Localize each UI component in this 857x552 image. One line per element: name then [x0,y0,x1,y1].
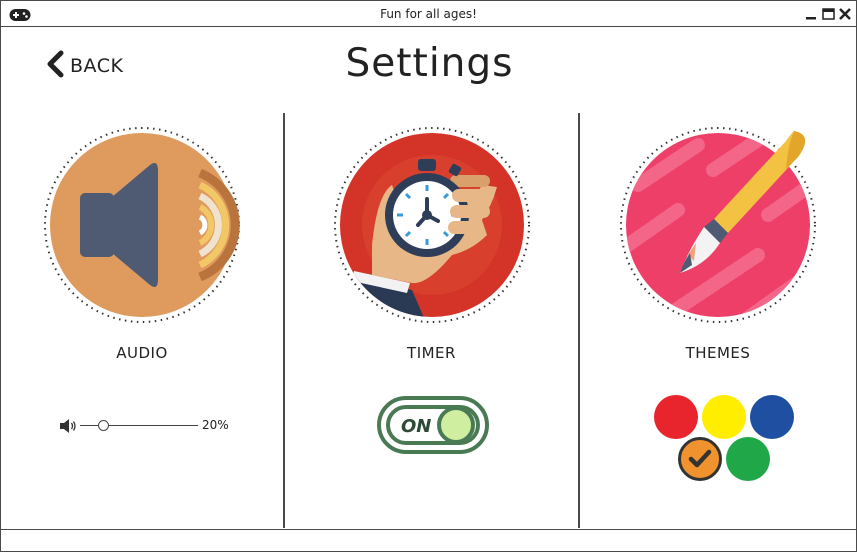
audio-emblem[interactable] [42,125,242,325]
themes-emblem[interactable] [618,125,818,325]
timer-label: TIMER [407,344,456,362]
themes-label: THEMES [685,344,751,362]
window-title: Fun for all ages! [380,7,477,21]
app-window: Fun for all ages! BACK Settings AUDIO 20… [0,0,857,552]
status-bar [1,529,856,530]
close-icon[interactable] [839,6,851,25]
volume-value: 20% [202,418,229,432]
toggle-text: ON [401,416,431,437]
theme-swatch-green[interactable] [726,437,770,481]
timer-panel: TIMER ON [285,113,578,528]
minimize-icon[interactable] [805,6,817,25]
audio-label: AUDIO [116,344,168,362]
theme-swatch-red[interactable] [654,395,698,439]
themes-panel: THEMES [580,113,856,528]
theme-swatch-yellow[interactable] [702,395,746,439]
timer-toggle[interactable]: ON [377,396,489,458]
maximize-icon[interactable] [822,6,835,25]
title-bar: Fun for all ages! [1,1,856,27]
checkmark-icon [686,445,714,477]
page-title: Settings [345,41,514,86]
theme-swatch-blue[interactable] [750,395,794,439]
volume-slider-handle[interactable] [97,420,109,431]
audio-panel: AUDIO 20% [1,113,283,528]
theme-swatch-orange[interactable] [678,437,722,481]
theme-swatches [650,393,800,485]
volume-icon[interactable] [59,418,77,438]
volume-control: 20% [59,415,239,437]
timer-emblem[interactable] [332,125,532,325]
